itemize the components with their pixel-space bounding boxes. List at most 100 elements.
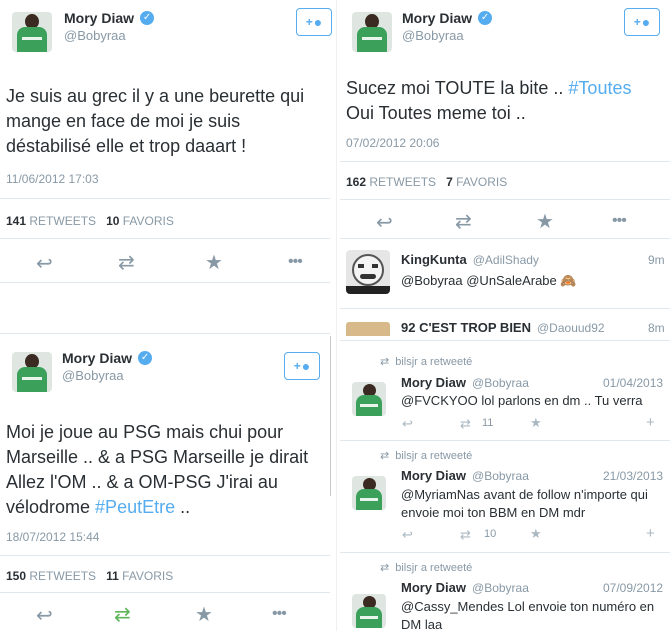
person-icon: ● <box>301 358 311 374</box>
follow-button[interactable]: + ● <box>624 8 660 36</box>
tweet-stats: 150 RETWEETS 11 FAVORIS <box>6 569 173 583</box>
user-name[interactable]: Mory Diaw <box>401 468 466 483</box>
tweet-date: 18/07/2012 15:44 <box>6 530 100 544</box>
screenshot-collage: Mory Diaw ✓ @Bobyraa + ● Je suis au grec … <box>0 0 670 631</box>
verified-icon: ✓ <box>478 11 493 25</box>
tweet-date: 11/06/2012 17:03 <box>6 172 99 186</box>
tweet-text: Sucez moi TOUTE la bite .. #Toutes Oui T… <box>346 76 666 126</box>
avatar[interactable] <box>346 322 390 336</box>
reply-icon[interactable]: ↩ <box>36 603 53 628</box>
retweet-count: 10 <box>484 528 497 540</box>
retweet-icon[interactable]: ⇄ <box>460 416 471 432</box>
user-name[interactable]: Mory Diaw <box>62 350 132 366</box>
retweet-icon[interactable]: ⇄ <box>455 209 472 234</box>
person-icon: ● <box>313 14 323 30</box>
plus-icon: + <box>633 15 641 29</box>
avatar[interactable] <box>352 476 386 510</box>
user-handle[interactable]: @Bobyraa <box>472 581 529 595</box>
hashtag-link[interactable]: #PeutEtre <box>95 497 175 517</box>
user-handle[interactable]: @Bobyraa <box>62 368 124 383</box>
retweet-label[interactable]: RETWEETS <box>29 214 96 228</box>
retweeted-by-label[interactable]: bilsjr a retweeté <box>395 450 472 462</box>
favorite-icon[interactable]: ★ <box>195 602 213 627</box>
retweet-label[interactable]: RETWEETS <box>369 175 436 189</box>
retweet-small-icon: ⇄ <box>380 356 390 368</box>
user-handle[interactable]: @Bobyraa <box>472 469 529 483</box>
tweet-date: 21/03/2013 <box>603 469 664 483</box>
retweet-small-icon: ⇄ <box>380 450 390 462</box>
avatar[interactable] <box>346 250 390 294</box>
user-handle[interactable]: @Daouud92 <box>537 321 605 335</box>
retweet-count: 141 <box>6 214 27 228</box>
favorite-count: 7 <box>446 175 453 189</box>
favorite-icon[interactable]: ★ <box>205 250 223 275</box>
tweet-stats: 141 RETWEETS 10 FAVORIS <box>6 214 174 228</box>
user-name[interactable]: 92 C'EST TROP BIEN <box>401 320 531 335</box>
favorite-label[interactable]: FAVORIS <box>456 175 507 189</box>
tweet-text: @Cassy_Mendes Lol envoie ton numéro en D… <box>401 599 655 631</box>
tweet-text: Moi je joue au PSG mais chui pour Marsei… <box>6 420 326 520</box>
verified-icon: ✓ <box>140 11 155 25</box>
person-icon: ● <box>641 14 651 30</box>
reply-time: 9m <box>648 253 665 267</box>
hashtag-link[interactable]: #Toutes <box>568 78 631 98</box>
user-handle[interactable]: @Bobyraa <box>64 28 126 43</box>
follow-icon[interactable]: + <box>646 525 655 542</box>
user-handle[interactable]: @Bobyraa <box>472 376 529 390</box>
tweet-date: 07/02/2012 20:06 <box>346 136 440 150</box>
retweet-count: 150 <box>6 569 27 583</box>
favorite-label[interactable]: FAVORIS <box>122 569 173 583</box>
more-icon[interactable]: ••• <box>612 212 627 230</box>
retweet-icon[interactable]: ⇄ <box>118 250 135 275</box>
follow-icon[interactable]: + <box>646 414 655 431</box>
reply-icon[interactable]: ↩ <box>402 527 413 543</box>
retweet-icon[interactable]: ⇄ <box>114 602 131 627</box>
favorite-count: 10 <box>106 214 120 228</box>
tweet-stats: 162 RETWEETS 7 FAVORIS <box>346 175 507 189</box>
follow-button[interactable]: + ● <box>296 8 332 36</box>
avatar[interactable] <box>12 12 52 52</box>
tweet-text: Je suis au grec il y a une beurette qui … <box>6 86 305 156</box>
user-name[interactable]: Mory Diaw <box>401 375 466 390</box>
retweeted-by-label[interactable]: bilsjr a retweeté <box>395 356 472 368</box>
user-name[interactable]: Mory Diaw <box>402 10 472 26</box>
more-icon[interactable]: ••• <box>288 253 303 271</box>
user-handle[interactable]: @AdilShady <box>473 253 539 267</box>
reply-icon[interactable]: ↩ <box>376 210 393 235</box>
retweet-label[interactable]: RETWEETS <box>29 569 96 583</box>
favorite-icon[interactable]: ★ <box>530 526 542 542</box>
user-handle[interactable]: @Bobyraa <box>402 28 464 43</box>
favorite-label[interactable]: FAVORIS <box>123 214 174 228</box>
reply-icon[interactable]: ↩ <box>402 416 413 432</box>
reply-time: 8m <box>648 321 665 335</box>
user-name[interactable]: Mory Diaw <box>64 10 134 26</box>
user-name[interactable]: KingKunta <box>401 252 467 267</box>
tweet-text: @MyriamNas avant de follow n'importe qui… <box>401 487 648 520</box>
retweet-count: 162 <box>346 175 367 189</box>
tweet-text-body: Sucez moi TOUTE la bite .. <box>346 78 569 98</box>
reply-text: @Bobyraa @UnSaleArabe 🙈 <box>401 273 577 288</box>
tweet-text-tail: .. <box>175 497 191 517</box>
more-icon[interactable]: ••• <box>272 605 287 623</box>
tweet-date: 07/09/2012 <box>603 581 664 595</box>
verified-icon: ✓ <box>138 351 153 365</box>
retweeted-by-label[interactable]: bilsjr a retweeté <box>395 562 472 574</box>
favorite-icon[interactable]: ★ <box>536 209 554 234</box>
retweet-small-icon: ⇄ <box>380 562 390 574</box>
avatar[interactable] <box>352 594 386 628</box>
tweet-text: @FVCKYOO lol parlons en dm .. Tu verra <box>401 393 643 408</box>
avatar[interactable] <box>352 382 386 416</box>
favorite-icon[interactable]: ★ <box>530 415 542 431</box>
user-name[interactable]: Mory Diaw <box>401 580 466 595</box>
avatar[interactable] <box>352 12 392 52</box>
retweet-count: 11 <box>482 417 494 429</box>
tweet-date: 01/04/2013 <box>603 376 664 390</box>
favorite-count: 11 <box>106 569 119 583</box>
plus-icon: + <box>293 359 301 373</box>
plus-icon: + <box>305 15 313 29</box>
retweet-icon[interactable]: ⇄ <box>460 527 471 543</box>
avatar[interactable] <box>12 352 52 392</box>
follow-button[interactable]: + ● <box>284 352 320 380</box>
tweet-text-tail: Oui Toutes meme toi .. <box>346 103 526 123</box>
reply-icon[interactable]: ↩ <box>36 251 53 276</box>
